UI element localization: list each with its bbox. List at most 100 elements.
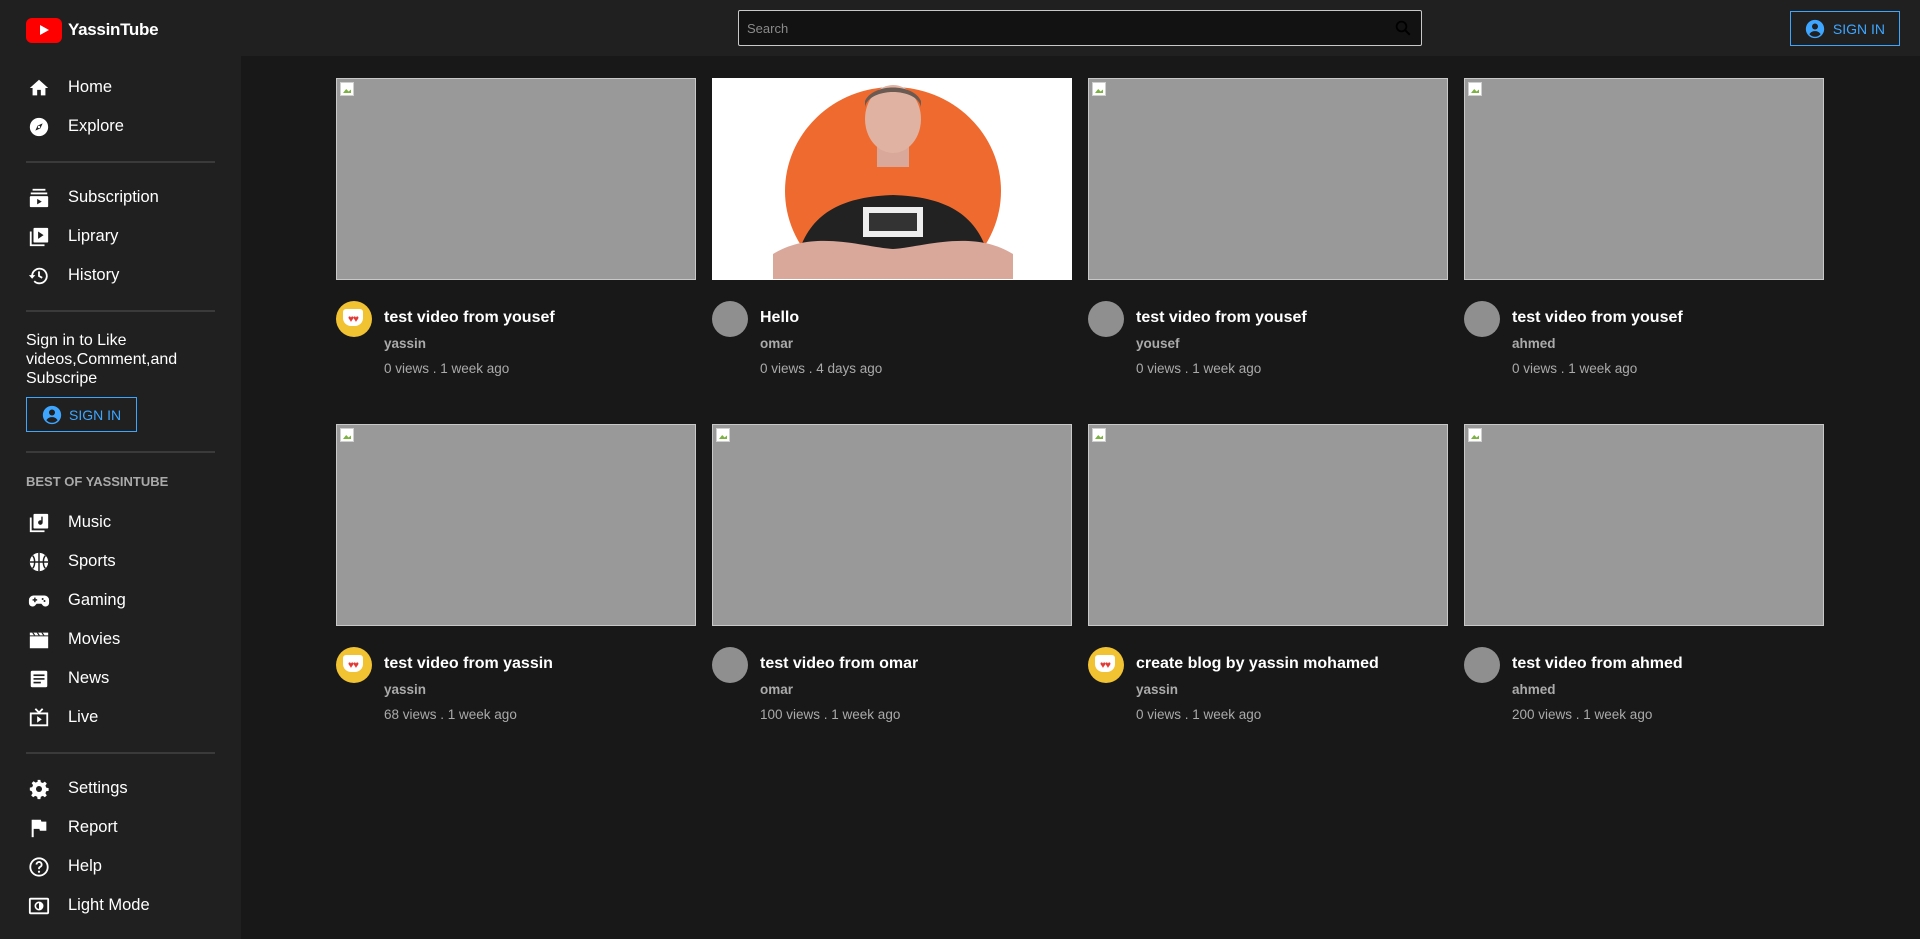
signin-prompt-section: Sign in to Like videos,Comment,and Subsc… <box>26 315 215 448</box>
sidebar-item-label: Light Mode <box>68 896 150 914</box>
channel-avatar[interactable] <box>336 647 372 683</box>
sidebar-item-help[interactable]: Help <box>26 847 215 886</box>
channel-name[interactable]: yousef <box>1136 336 1307 351</box>
sidebar-item-movies[interactable]: Movies <box>26 620 215 659</box>
video-info: test video from yousef ahmed 0 views . 1 w… <box>1512 300 1683 376</box>
broken-image-icon <box>1468 82 1482 96</box>
video-info: test video from yousef yousef 0 views . 1 … <box>1136 300 1307 376</box>
channel-name[interactable]: omar <box>760 336 882 351</box>
video-title[interactable]: test video from ahmed <box>1512 654 1683 674</box>
sidebar-item-label: Sports <box>68 552 116 570</box>
sidebar-item-label: News <box>68 669 110 687</box>
channel-name[interactable]: yassin <box>1136 682 1379 697</box>
header-signin-button[interactable]: SIGN IN <box>1789 11 1900 46</box>
search-input[interactable] <box>739 11 1385 45</box>
thumbnail-photo-person <box>713 79 1071 279</box>
broken-image-icon <box>340 82 354 96</box>
history-icon <box>28 265 50 287</box>
video-meta: Hello omar 0 views . 4 days ago <box>712 300 1072 376</box>
gear-icon <box>28 778 50 800</box>
divider <box>26 310 215 312</box>
video-thumbnail[interactable] <box>1088 78 1448 280</box>
video-card[interactable]: create blog by yassin mohamed yassin 0 vie… <box>1088 424 1448 722</box>
video-title[interactable]: test video from yousef <box>384 308 555 328</box>
video-thumbnail[interactable] <box>1464 78 1824 280</box>
channel-avatar[interactable] <box>336 301 372 337</box>
search-button[interactable] <box>1385 11 1421 45</box>
video-meta: create blog by yassin mohamed yassin 0 vie… <box>1088 646 1448 722</box>
broken-image-icon <box>340 428 354 442</box>
video-stats: 0 views . 4 days ago <box>760 361 883 376</box>
sidebar-item-home[interactable]: Home <box>26 68 215 107</box>
divider <box>26 451 215 453</box>
broken-image-icon <box>1468 428 1482 442</box>
logo[interactable]: YassinTube <box>26 0 215 60</box>
channel-avatar[interactable] <box>712 647 748 683</box>
video-title[interactable]: test video from omar <box>760 654 918 674</box>
app-name: YassinTube <box>68 20 159 39</box>
sidebar-item-explore[interactable]: Explore <box>26 107 215 146</box>
sidebar-item-settings[interactable]: Settings <box>26 769 215 808</box>
video-card[interactable]: test video from omar omar 100 views . 1 we… <box>712 424 1072 722</box>
sidebar-signin-button[interactable]: SIGN IN <box>26 397 138 432</box>
help-circle-icon <box>28 856 50 878</box>
video-thumbnail[interactable] <box>1088 424 1448 626</box>
channel-name[interactable]: yassin <box>384 682 553 697</box>
video-card[interactable]: test video from yousef yassin 0 views . 1 … <box>336 78 696 376</box>
news-article-icon <box>28 668 50 690</box>
video-grid: test video from yousef yassin 0 views . 1 … <box>336 78 1824 722</box>
signin-prompt-text: Sign in to Like videos,Comment,and Subsc… <box>26 332 178 387</box>
video-title[interactable]: Hello <box>760 308 882 328</box>
channel-avatar[interactable] <box>1464 301 1500 337</box>
video-info: test video from omar omar 100 views . 1 we… <box>760 646 918 722</box>
video-thumbnail[interactable] <box>336 78 696 280</box>
video-title[interactable]: test video from yassin <box>384 654 553 674</box>
sidebar-item-label: Explore <box>68 117 124 135</box>
header-signin-label: SIGN IN <box>1832 20 1885 37</box>
sidebar-item-subscription[interactable]: Subscription <box>26 178 215 217</box>
channel-name[interactable]: ahmed <box>1512 336 1683 351</box>
channel-name[interactable]: yassin <box>384 336 555 351</box>
sidebar-item-library[interactable]: Liprary <box>26 217 215 256</box>
sidebar-item-sports[interactable]: Sports <box>26 542 215 581</box>
sidebar-item-news[interactable]: News <box>26 659 215 698</box>
sidebar-item-music[interactable]: Music <box>26 503 215 542</box>
video-meta: test video from yousef ahmed 0 views . 1 w… <box>1464 300 1824 376</box>
video-title[interactable]: test video from yousef <box>1136 308 1307 328</box>
sidebar-item-label: Subscription <box>68 188 159 206</box>
sidebar-item-live[interactable]: Live <box>26 698 215 737</box>
video-thumbnail[interactable] <box>1464 424 1824 626</box>
video-card[interactable]: test video from yousef yousef 0 views . 1 … <box>1088 78 1448 376</box>
sidebar-item-label: Live <box>68 708 99 726</box>
video-card[interactable]: test video from yassin yassin 68 views . 1… <box>336 424 696 722</box>
video-info: test video from ahmed ahmed 200 views . 1 … <box>1512 646 1683 722</box>
sidebar-item-gaming[interactable]: Gaming <box>26 581 215 620</box>
channel-name[interactable]: omar <box>760 682 918 697</box>
video-card[interactable]: Hello omar 0 views . 4 days ago <box>712 78 1072 376</box>
channel-avatar[interactable] <box>1464 647 1500 683</box>
video-thumbnail[interactable] <box>336 424 696 626</box>
account-circle-icon <box>42 405 62 424</box>
video-info: Hello omar 0 views . 4 days ago <box>760 300 882 376</box>
video-thumbnail[interactable] <box>712 424 1072 626</box>
channel-avatar[interactable] <box>712 301 748 337</box>
video-meta: test video from ahmed ahmed 200 views . 1 … <box>1464 646 1824 722</box>
video-title[interactable]: test video from yousef <box>1512 308 1683 328</box>
video-title[interactable]: create blog by yassin mohamed <box>1136 654 1379 674</box>
home-icon <box>28 77 50 99</box>
sidebar-item-light-mode[interactable]: Light Mode <box>26 886 215 925</box>
search-bar <box>738 10 1422 46</box>
sidebar-item-label: Home <box>68 78 113 96</box>
sidebar-item-label: Settings <box>68 779 128 797</box>
sidebar-item-report[interactable]: Report <box>26 808 215 847</box>
video-card[interactable]: test video from yousef ahmed 0 views . 1 w… <box>1464 78 1824 376</box>
channel-avatar[interactable] <box>1088 647 1124 683</box>
sidebar-item-history[interactable]: History <box>26 256 215 295</box>
video-stats: 0 views . 1 week ago <box>384 361 510 376</box>
video-card[interactable]: test video from ahmed ahmed 200 views . 1 … <box>1464 424 1824 722</box>
channel-avatar[interactable] <box>1088 301 1124 337</box>
sidebar-item-label: History <box>68 266 120 284</box>
video-thumbnail[interactable] <box>712 78 1072 280</box>
video-info: test video from yousef yassin 0 views . 1 … <box>384 300 555 376</box>
channel-name[interactable]: ahmed <box>1512 682 1683 697</box>
